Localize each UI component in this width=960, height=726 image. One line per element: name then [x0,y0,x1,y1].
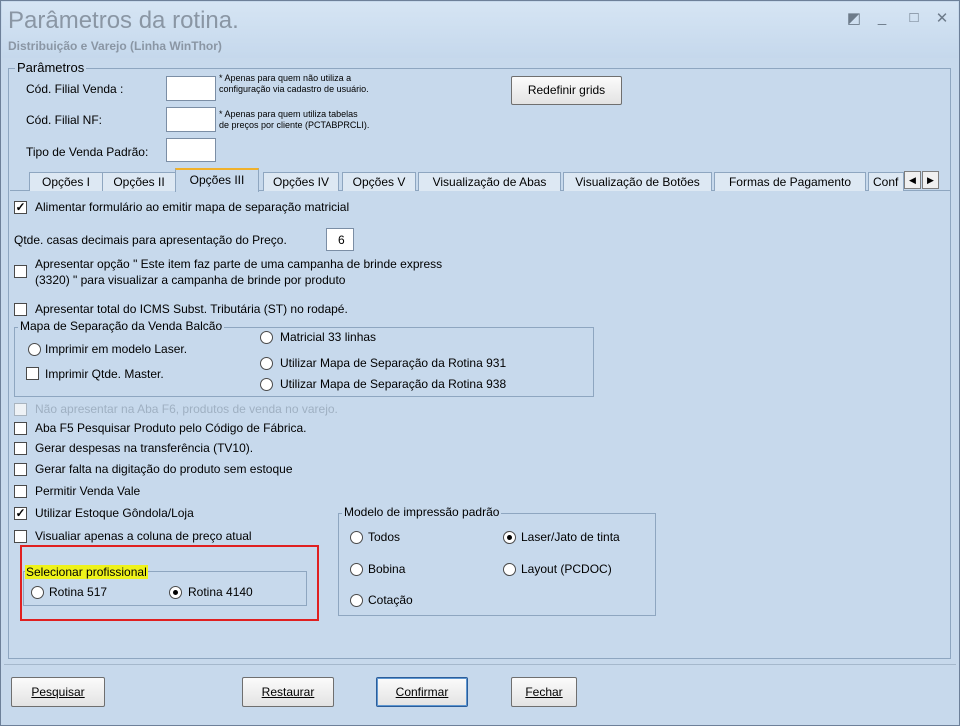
qtde-master-label: Imprimir Qtde. Master. [45,367,164,381]
layout-pcdoc-radio[interactable] [503,563,516,576]
campanha-label-line1: Apresentar opção " Este item faz parte d… [35,257,443,271]
filial-venda-input[interactable] [166,76,216,101]
filial-venda-note: * Apenas para quem não utiliza a configu… [219,73,369,94]
rotina4140-label: Rotina 4140 [188,585,253,599]
title-bar: Parâmetros da rotina. Distribuição e Var… [2,2,958,58]
modelo-impressao-title: Modelo de impressão padrão [342,505,502,519]
rotina931-label: Utilizar Mapa de Separação da Rotina 931 [280,356,507,370]
tab-scroll-left-icon[interactable]: ◀ [904,171,921,189]
tab-conf[interactable]: Conf [868,172,904,191]
tab-opcoes-3[interactable]: Opções III [175,168,259,192]
laser-radio[interactable] [28,343,41,356]
close-icon[interactable]: ✕ [932,9,952,27]
venda-vale-label: Permitir Venda Vale [35,484,141,498]
campanha-checkbox[interactable] [14,265,27,278]
laser-label: Imprimir em modelo Laser. [45,342,188,356]
mapa-separacao-title: Mapa de Separação da Venda Balcão [18,319,225,333]
parametros-group-title: Parâmetros [15,60,87,75]
fechar-button[interactable]: Fechar [511,677,577,707]
falta-label: Gerar falta na digitação do produto sem … [35,462,293,476]
layout-pcdoc-label: Layout (PCDOC) [521,562,612,576]
tab-visualizacao-botoes[interactable]: Visualização de Botões [563,172,712,191]
maximize-icon[interactable]: □ [904,9,924,26]
despesas-label: Gerar despesas na transferência (TV10). [35,441,254,455]
nao-aba-f6-label: Não apresentar na Aba F6, produtos de ve… [35,402,338,416]
estoque-gondola-label: Utilizar Estoque Gôndola/Loja [35,506,194,520]
pin-icon[interactable]: ◩ [844,9,864,27]
qtde-master-checkbox[interactable] [26,367,39,380]
qtde-casas-input[interactable]: 6 [326,228,354,251]
tab-opcoes-1[interactable]: Opções I [29,172,103,191]
tab-opcoes-2[interactable]: Opções II [102,172,176,191]
rotina517-radio[interactable] [31,586,44,599]
rotina938-label: Utilizar Mapa de Separação da Rotina 938 [280,377,507,391]
rotina517-label: Rotina 517 [49,585,108,599]
alimentar-checkbox[interactable]: ✓ [14,201,27,214]
laser-jato-radio[interactable] [503,531,516,544]
bobina-radio[interactable] [350,563,363,576]
filial-nf-label: Cód. Filial NF: [26,113,103,127]
cotacao-label: Cotação [368,593,413,607]
tab-opcoes-5[interactable]: Opções V [342,172,416,191]
rotina4140-radio[interactable] [169,586,182,599]
tipo-venda-input[interactable] [166,138,216,162]
selecionar-profissional-title: Selecionar profissional [25,565,148,579]
confirmar-button[interactable]: Confirmar [376,677,468,707]
minimize-icon[interactable]: _ [872,9,892,26]
tab-formas-pagamento[interactable]: Formas de Pagamento [714,172,866,191]
icms-st-label: Apresentar total do ICMS Subst. Tributár… [35,302,348,316]
tab-opcoes-4[interactable]: Opções IV [263,172,339,191]
matricial33-radio[interactable] [260,331,273,344]
pesquisar-button[interactable]: Pesquisar [11,677,105,707]
icms-st-checkbox[interactable] [14,303,27,316]
rotina938-radio[interactable] [260,378,273,391]
rotina931-radio[interactable] [260,357,273,370]
filial-venda-label: Cód. Filial Venda : [26,82,124,96]
parametros-window: Parâmetros da rotina. Distribuição e Var… [0,0,960,726]
tab-visualizacao-abas[interactable]: Visualização de Abas [418,172,561,191]
redefinir-grids-button[interactable]: Redefinir grids [511,76,622,105]
restaurar-button[interactable]: Restaurar [242,677,334,707]
bobina-label: Bobina [368,562,406,576]
falta-checkbox[interactable] [14,463,27,476]
alimentar-label: Alimentar formulário ao emitir mapa de s… [35,200,350,214]
matricial33-label: Matricial 33 linhas [280,330,377,344]
tipo-venda-label: Tipo de Venda Padrão: [26,145,149,159]
todos-label: Todos [368,530,401,544]
cotacao-radio[interactable] [350,594,363,607]
despesas-checkbox[interactable] [14,442,27,455]
filial-nf-note: * Apenas para quem utiliza tabelas de pr… [219,109,370,130]
estoque-gondola-checkbox[interactable]: ✓ [14,507,27,520]
aba-f5-checkbox[interactable] [14,422,27,435]
laser-jato-label: Laser/Jato de tinta [521,530,620,544]
window-subtitle: Distribuição e Varejo (Linha WinThor) [8,39,222,53]
coluna-preco-checkbox[interactable] [14,530,27,543]
tab-strip: Opções I Opções II Opções III Opções IV … [10,166,950,192]
todos-radio[interactable] [350,531,363,544]
filial-nf-input[interactable] [166,107,216,132]
qtde-casas-label: Qtde. casas decimais para apresentação d… [14,233,287,247]
campanha-label-line2: (3320) " para visualizar a campanha de b… [35,273,346,287]
coluna-preco-label: Visualiar apenas a coluna de preço atual [35,529,252,543]
venda-vale-checkbox[interactable] [14,485,27,498]
aba-f5-label: Aba F5 Pesquisar Produto pelo Código de … [35,421,307,435]
window-title: Parâmetros da rotina. [8,7,239,34]
footer-separator [4,664,956,665]
tab-scroll-right-icon[interactable]: ▶ [922,171,939,189]
nao-aba-f6-checkbox [14,403,27,416]
